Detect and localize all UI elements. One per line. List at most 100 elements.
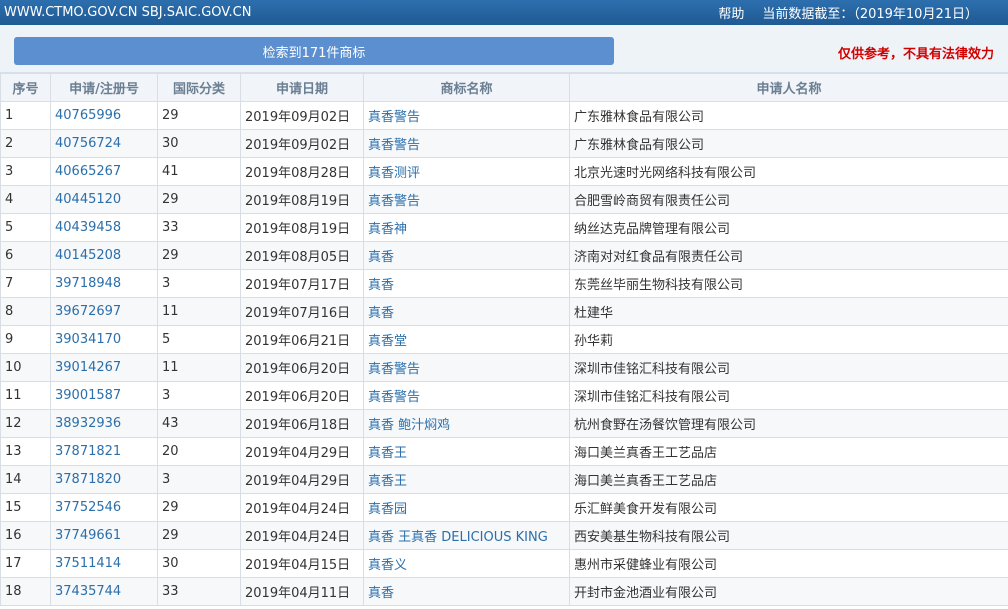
row-reg-number[interactable]: 37871820 [55,472,121,487]
row-trademark-name[interactable]: 真香 鲍汁焖鸡 [368,418,450,433]
row-class: 3 [162,388,171,403]
row-date: 2019年08月19日 [245,194,351,209]
row-trademark-name-cell: 真香王 [363,465,570,494]
row-class: 41 [162,164,179,179]
row-reg-number[interactable]: 40665267 [55,164,121,179]
row-reg-number-cell: 40439458 [50,213,158,242]
table-row: 4 40445120 29 2019年08月19日 真香警告 合肥雪岭商贸有限责任公司 [0,185,1008,214]
row-trademark-name[interactable]: 真香神 [368,222,407,237]
row-trademark-name-cell: 真香测评 [363,157,570,186]
row-reg-number[interactable]: 39718948 [55,276,121,291]
row-reg-number[interactable]: 40445120 [55,192,121,207]
row-date: 2019年04月24日 [245,502,351,517]
row-applicant-cell: 东莞丝毕丽生物科技有限公司 [569,269,1008,298]
row-no: 13 [5,444,22,459]
row-class-cell: 11 [157,297,241,326]
row-reg-number[interactable]: 37511414 [55,556,121,571]
row-class: 43 [162,416,179,431]
search-result-bar: 检索到171件商标 仅供参考，不具有法律效力 [0,25,1008,73]
table-header-row: 序号 申请/注册号 国际分类 申请日期 商标名称 申请人名称 [0,73,1008,102]
row-applicant: 开封市金池酒业有限公司 [574,586,718,601]
row-reg-number[interactable]: 40145208 [55,248,121,263]
row-class: 29 [162,192,179,207]
site-links[interactable]: WWW.CTMO.GOV.CN SBJ.SAIC.GOV.CN [4,5,251,20]
row-reg-number[interactable]: 37752546 [55,500,121,515]
row-no-cell: 11 [0,381,51,410]
row-reg-number[interactable]: 39034170 [55,332,121,347]
row-no: 6 [5,248,14,263]
row-reg-number[interactable]: 39001587 [55,388,121,403]
table-row: 15 37752546 29 2019年04月24日 真香园 乐汇鲜美食开发有限公司 [0,493,1008,522]
row-trademark-name[interactable]: 真香警告 [368,138,420,153]
row-trademark-name[interactable]: 真香警告 [368,194,420,209]
header-date: 申请日期 [240,73,364,102]
row-reg-number[interactable]: 38932936 [55,416,121,431]
row-applicant-cell: 纳丝达克品牌管理有限公司 [569,213,1008,242]
table-row: 5 40439458 33 2019年08月19日 真香神 纳丝达克品牌管理有限公司 [0,213,1008,242]
help-link[interactable]: 帮助 [718,3,744,22]
row-class: 29 [162,108,179,123]
row-no: 8 [5,304,14,319]
row-trademark-name[interactable]: 真香 王真香 DELICIOUS KING [368,530,548,545]
row-date: 2019年04月29日 [245,446,351,461]
row-trademark-name[interactable]: 真香义 [368,558,407,573]
row-no: 15 [5,500,22,515]
row-date-cell: 2019年06月20日 [240,381,364,410]
row-reg-number-cell: 40756724 [50,129,158,158]
row-reg-number[interactable]: 37749661 [55,528,121,543]
row-reg-number[interactable]: 40765996 [55,108,121,123]
row-no-cell: 12 [0,409,51,438]
row-trademark-name[interactable]: 真香堂 [368,334,407,349]
row-class: 29 [162,500,179,515]
row-trademark-name[interactable]: 真香 [368,306,394,321]
row-no: 10 [5,360,22,375]
row-trademark-name[interactable]: 真香园 [368,502,407,517]
row-reg-number-cell: 37435744 [50,577,158,606]
row-date: 2019年09月02日 [245,138,351,153]
row-reg-number[interactable]: 40756724 [55,136,121,151]
row-trademark-name[interactable]: 真香 [368,250,394,265]
row-date-cell: 2019年08月19日 [240,185,364,214]
row-applicant-cell: 乐汇鲜美食开发有限公司 [569,493,1008,522]
search-result-button[interactable]: 检索到171件商标 [14,37,614,65]
row-applicant-cell: 深圳市佳铭汇科技有限公司 [569,381,1008,410]
row-applicant-cell: 孙华莉 [569,325,1008,354]
row-date-cell: 2019年07月16日 [240,297,364,326]
row-trademark-name-cell: 真香园 [363,493,570,522]
row-trademark-name-cell: 真香 [363,241,570,270]
row-no-cell: 6 [0,241,51,270]
row-date: 2019年04月24日 [245,530,351,545]
row-class-cell: 29 [157,493,241,522]
row-applicant-cell: 杭州食野在汤餐饮管理有限公司 [569,409,1008,438]
row-trademark-name[interactable]: 真香警告 [368,362,420,377]
row-no: 1 [5,108,14,123]
row-trademark-name-cell: 真香 鲍汁焖鸡 [363,409,570,438]
row-no-cell: 16 [0,521,51,550]
row-reg-number[interactable]: 39014267 [55,360,121,375]
row-no-cell: 3 [0,157,51,186]
row-trademark-name[interactable]: 真香王 [368,474,407,489]
row-no-cell: 5 [0,213,51,242]
row-date-cell: 2019年04月24日 [240,521,364,550]
row-trademark-name[interactable]: 真香 [368,586,394,601]
row-class-cell: 29 [157,241,241,270]
row-trademark-name[interactable]: 真香警告 [368,390,420,405]
row-reg-number[interactable]: 37435744 [55,584,121,599]
row-applicant: 合肥雪岭商贸有限责任公司 [574,194,731,209]
row-applicant: 海口美兰真香王工艺品店 [574,446,718,461]
row-applicant: 东莞丝毕丽生物科技有限公司 [574,278,744,293]
row-applicant: 深圳市佳铭汇科技有限公司 [574,362,731,377]
row-reg-number-cell: 39672697 [50,297,158,326]
row-trademark-name[interactable]: 真香王 [368,446,407,461]
row-trademark-name[interactable]: 真香警告 [368,110,420,125]
row-trademark-name[interactable]: 真香 [368,278,394,293]
row-reg-number[interactable]: 39672697 [55,304,121,319]
row-reg-number[interactable]: 40439458 [55,220,121,235]
row-trademark-name[interactable]: 真香测评 [368,166,420,181]
row-reg-number-cell: 39014267 [50,353,158,382]
row-class: 29 [162,528,179,543]
row-date-cell: 2019年04月24日 [240,493,364,522]
table-row: 11 39001587 3 2019年06月20日 真香警告 深圳市佳铭汇科技有限公司 [0,381,1008,410]
row-reg-number[interactable]: 37871821 [55,444,121,459]
row-class-cell: 41 [157,157,241,186]
